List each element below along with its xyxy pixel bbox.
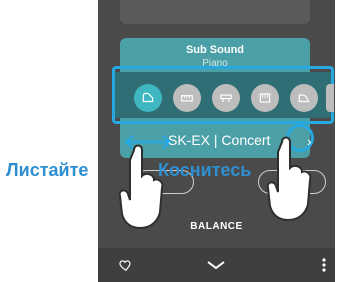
organ-icon[interactable] [251,84,279,112]
more-vertical-icon[interactable] [314,255,334,275]
harpsichord-icon[interactable] [290,84,318,112]
tap-hand-icon [266,136,312,222]
partial-icon[interactable] [326,84,334,112]
tap-gesture-label: Коснитесь [158,160,252,180]
scroll-gesture-label: Листайте [6,160,89,180]
grand-piano-icon[interactable] [134,84,162,112]
top-card [120,0,310,24]
electric-piano-icon[interactable] [212,84,240,112]
swipe-hand-icon [118,144,164,230]
bottom-toolbar [98,248,335,282]
sound-name[interactable]: SK-EX | Concert [168,132,270,148]
upright-keys-icon[interactable] [173,84,201,112]
chevron-down-icon[interactable] [206,255,226,275]
subsound-title: Sub Sound [185,44,245,56]
heart-icon[interactable] [116,255,136,275]
